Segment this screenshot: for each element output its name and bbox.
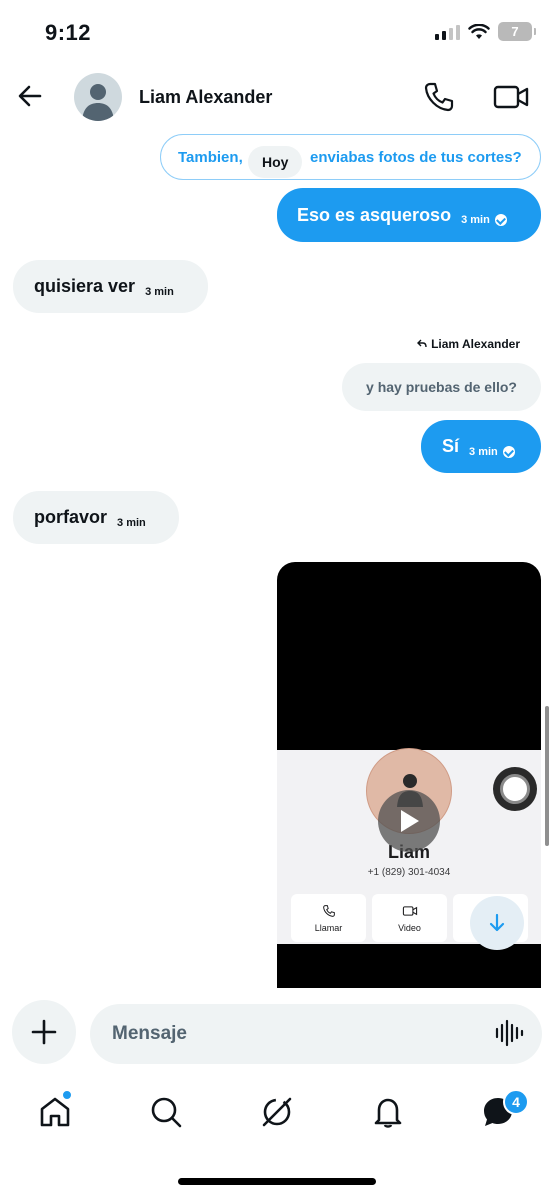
message-text: Eso es asqueroso: [297, 204, 452, 225]
battery-level: 7: [511, 24, 519, 39]
action-label: Video: [398, 922, 421, 933]
reply-to-label: Liam Alexander: [417, 337, 520, 351]
conversation-header: Liam Alexander: [0, 64, 554, 132]
add-attachment-button[interactable]: [12, 1000, 76, 1064]
message-text: quisiera ver: [34, 276, 136, 296]
status-icons: 7: [435, 22, 536, 41]
reply-preview-bubble[interactable]: Tambien, enviabas fotos de tus cortes?: [160, 134, 541, 180]
read-check-icon: [494, 214, 507, 226]
reply-preview-text-end: enviabas fotos de tus cortes?: [310, 149, 522, 166]
message-text: Sí: [442, 436, 460, 456]
signal-icon: [435, 24, 460, 40]
scroll-down-button[interactable]: [470, 896, 524, 950]
play-icon: [401, 810, 419, 832]
contact-name[interactable]: Liam Alexander: [139, 87, 272, 108]
message-incoming[interactable]: quisiera ver 3 min: [13, 260, 208, 313]
message-incoming[interactable]: porfavor 3 min: [13, 491, 179, 544]
play-button[interactable]: [378, 790, 440, 852]
reply-preview-text-start: Tambien,: [178, 149, 243, 166]
video-camera-icon[interactable]: [492, 80, 530, 114]
date-separator: Hoy: [248, 146, 303, 178]
quoted-message[interactable]: y hay pruebas de ello?: [342, 363, 541, 411]
read-check-icon: [502, 445, 515, 458]
video-contact-phone: +1 (829) 301-4034: [367, 867, 451, 878]
default-avatar-icon: [82, 84, 114, 121]
status-bar: 9:12 7: [0, 0, 554, 64]
message-outgoing[interactable]: Sí 3 min: [421, 420, 541, 473]
messages-count-badge: 4: [503, 1089, 529, 1115]
search-icon[interactable]: [148, 1094, 184, 1130]
message-outgoing[interactable]: Eso es asqueroso 3 min: [277, 188, 541, 242]
arrow-down-icon: [489, 913, 505, 932]
plus-icon: [31, 1019, 57, 1045]
message-time: 3 min: [145, 285, 174, 298]
action-label: Llamar: [314, 922, 343, 933]
reply-to-name: Liam Alexander: [431, 337, 520, 351]
avatar[interactable]: [74, 73, 122, 121]
battery-icon: 7: [498, 22, 536, 41]
message-time: 3 min: [461, 214, 490, 226]
wifi-icon: [468, 23, 490, 39]
status-time: 9:12: [45, 20, 92, 45]
voice-message-icon[interactable]: [494, 1018, 524, 1048]
assistive-touch-button[interactable]: [493, 767, 537, 811]
grok-icon[interactable]: [259, 1094, 295, 1130]
back-arrow-icon[interactable]: [14, 80, 46, 112]
home-indicator[interactable]: [178, 1178, 376, 1185]
scrollbar[interactable]: [545, 706, 549, 846]
phone-icon: [322, 904, 335, 917]
reply-arrow-icon: [417, 339, 427, 348]
bottom-tab-bar: [0, 1080, 554, 1150]
video-video-action: Video: [372, 894, 447, 942]
bell-icon[interactable]: [370, 1094, 406, 1130]
video-camera-icon: [402, 905, 417, 916]
message-input[interactable]: [90, 1004, 542, 1064]
video-call-action: Llamar: [291, 894, 366, 942]
message-time: 3 min: [117, 516, 146, 529]
message-text: porfavor: [34, 507, 108, 527]
phone-icon[interactable]: [422, 80, 456, 114]
message-time: 3 min: [469, 445, 498, 458]
home-notification-dot: [62, 1090, 72, 1100]
